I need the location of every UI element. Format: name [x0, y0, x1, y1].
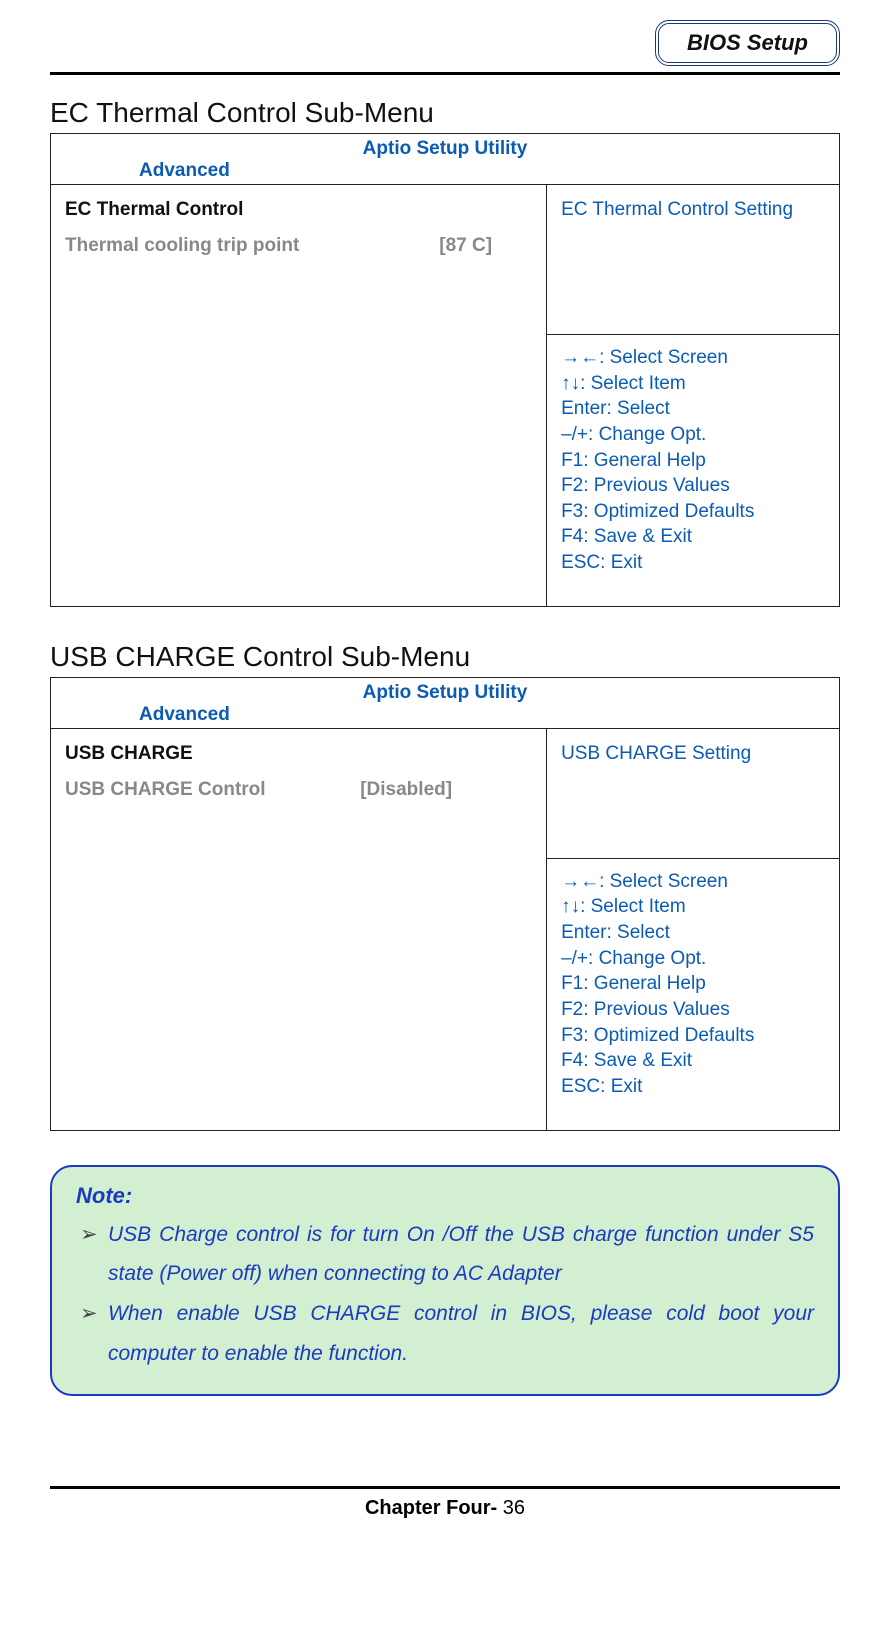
- bios-tab-advanced: Advanced: [59, 704, 831, 726]
- bios-utility-title: Aptio Setup Utility: [59, 682, 831, 704]
- note-item: When enable USB CHARGE control in BIOS, …: [80, 1294, 814, 1374]
- key-hint: F1: General Help: [561, 971, 825, 997]
- key-hint: Enter: Select: [561, 920, 825, 946]
- note-item: USB Charge control is for turn On /Off t…: [80, 1215, 814, 1295]
- bios-key-legend: →←: Select Screen ↑↓: Select Item Enter:…: [547, 859, 839, 1130]
- key-hint: F1: General Help: [561, 448, 825, 474]
- footer-page-number: 36: [503, 1497, 525, 1519]
- setting-value: [Disabled]: [360, 779, 532, 801]
- header-row: BIOS Setup: [50, 20, 840, 66]
- note-box: Note: USB Charge control is for turn On …: [50, 1165, 840, 1397]
- key-hint: F2: Previous Values: [561, 997, 825, 1023]
- document-page: BIOS Setup EC Thermal Control Sub-Menu A…: [0, 0, 890, 1550]
- key-hint: F3: Optimized Defaults: [561, 1023, 825, 1049]
- section-heading-usb-charge: USB CHARGE Control Sub-Menu: [50, 641, 840, 673]
- note-list: USB Charge control is for turn On /Off t…: [76, 1215, 814, 1375]
- key-hint: ESC: Exit: [561, 1074, 825, 1100]
- key-hint: –/+: Change Opt.: [561, 946, 825, 972]
- bios-box-ec-thermal: Aptio Setup Utility Advanced EC Thermal …: [50, 133, 840, 607]
- bios-right-pane: USB CHARGE Setting →←: Select Screen ↑↓:…: [546, 729, 839, 1130]
- key-hint: →←: Select Screen: [561, 869, 825, 895]
- bios-header: Aptio Setup Utility Advanced: [51, 134, 839, 185]
- bios-help-text: USB CHARGE Setting: [547, 729, 839, 859]
- setting-value: [87 C]: [439, 235, 532, 257]
- bios-help-text: EC Thermal Control Setting: [547, 185, 839, 335]
- setting-row: Thermal cooling trip point [87 C]: [65, 235, 532, 257]
- bios-left-pane: USB CHARGE USB CHARGE Control [Disabled]: [51, 729, 546, 1130]
- key-hint: –/+: Change Opt.: [561, 422, 825, 448]
- key-hint: ↑↓: Select Item: [561, 371, 825, 397]
- bios-tab-advanced: Advanced: [59, 160, 831, 182]
- key-hint: F4: Save & Exit: [561, 524, 825, 550]
- bios-key-legend: →←: Select Screen ↑↓: Select Item Enter:…: [547, 335, 839, 606]
- bios-box-usb-charge: Aptio Setup Utility Advanced USB CHARGE …: [50, 677, 840, 1131]
- footer-chapter: Chapter Four-: [365, 1497, 503, 1519]
- bios-right-pane: EC Thermal Control Setting →←: Select Sc…: [546, 185, 839, 606]
- key-hint: ESC: Exit: [561, 550, 825, 576]
- group-title: USB CHARGE: [65, 743, 532, 765]
- setting-label: Thermal cooling trip point: [65, 235, 439, 257]
- key-hint: F4: Save & Exit: [561, 1048, 825, 1074]
- bios-body: EC Thermal Control Thermal cooling trip …: [51, 185, 839, 606]
- setting-row: USB CHARGE Control [Disabled]: [65, 779, 532, 801]
- setting-label: USB CHARGE Control: [65, 779, 360, 801]
- bios-body: USB CHARGE USB CHARGE Control [Disabled]…: [51, 729, 839, 1130]
- key-hint: F3: Optimized Defaults: [561, 499, 825, 525]
- bios-utility-title: Aptio Setup Utility: [59, 138, 831, 160]
- page-footer: Chapter Four- 36: [50, 1497, 840, 1520]
- note-title: Note:: [76, 1183, 814, 1209]
- group-title: EC Thermal Control: [65, 199, 532, 221]
- footer-divider: [50, 1486, 840, 1489]
- key-hint: ↑↓: Select Item: [561, 894, 825, 920]
- key-hint: F2: Previous Values: [561, 473, 825, 499]
- bios-header: Aptio Setup Utility Advanced: [51, 678, 839, 729]
- header-divider: [50, 72, 840, 75]
- key-hint: Enter: Select: [561, 396, 825, 422]
- section-heading-ec-thermal: EC Thermal Control Sub-Menu: [50, 97, 840, 129]
- key-hint: →←: Select Screen: [561, 345, 825, 371]
- chapter-badge: BIOS Setup: [655, 20, 840, 66]
- bios-left-pane: EC Thermal Control Thermal cooling trip …: [51, 185, 546, 606]
